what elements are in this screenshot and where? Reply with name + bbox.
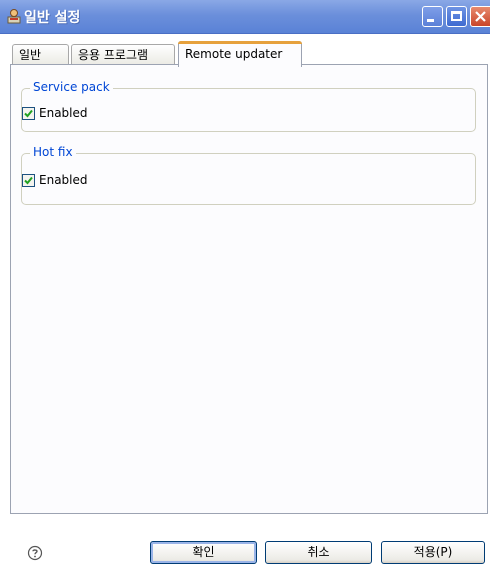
tab-remote-updater[interactable]: Remote updater [178, 41, 302, 67]
close-icon [475, 11, 486, 22]
close-button[interactable] [470, 6, 490, 27]
service-pack-enabled-label: Enabled [39, 106, 88, 120]
checkmark-icon [24, 109, 33, 117]
minimize-button[interactable] [422, 6, 443, 27]
window-title: 일반 설정 [24, 10, 81, 26]
hot-fix-enabled-option[interactable]: Enabled [22, 173, 88, 187]
service-pack-title: Service pack [30, 80, 113, 94]
apply-button[interactable]: 적용(P) [381, 541, 485, 564]
maximize-button[interactable] [446, 6, 467, 27]
service-pack-enabled-checkbox[interactable] [22, 106, 35, 120]
tab-applications[interactable]: 응용 프로그램 [71, 44, 175, 64]
hot-fix-title: Hot fix [30, 145, 76, 159]
question-icon[interactable] [27, 545, 43, 561]
hot-fix-enabled-label: Enabled [39, 173, 88, 187]
service-pack-group: Service pack [21, 80, 476, 132]
hot-fix-group: Hot fix [21, 145, 476, 205]
checkmark-icon [24, 176, 33, 184]
service-pack-enabled-option[interactable]: Enabled [22, 106, 88, 120]
hot-fix-enabled-checkbox[interactable] [22, 173, 35, 187]
maximize-icon [451, 11, 462, 21]
cancel-button[interactable]: 취소 [265, 541, 372, 564]
ok-button[interactable]: 확인 [150, 541, 257, 564]
tab-general[interactable]: 일반 [12, 44, 69, 64]
title-bar: 일반 설정 [0, 0, 490, 34]
minimize-icon [427, 19, 434, 22]
app-icon [7, 9, 21, 24]
